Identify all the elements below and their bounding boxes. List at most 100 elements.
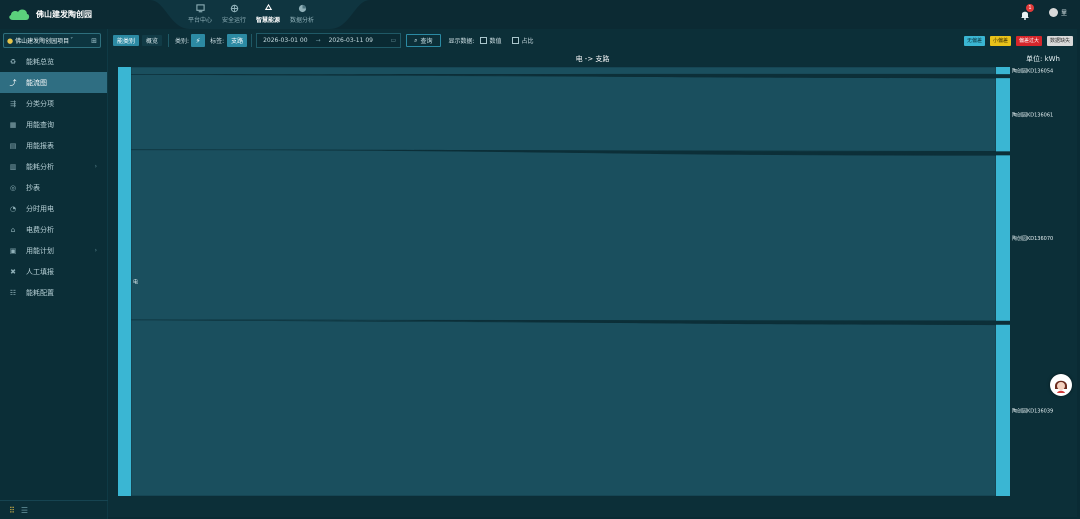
sidebar-item-label: 分时用电: [26, 204, 54, 213]
cloud-logo-icon: [9, 9, 30, 20]
calendar-icon: ▥: [9, 162, 17, 171]
nav-data-analysis[interactable]: 数据分析: [289, 4, 315, 24]
lightning-icon: ⚡: [195, 36, 201, 45]
toolbar: 能类别 概览 类别: ⚡ 标签: 支路 2026-03-01 00 → 2026…: [108, 29, 1077, 52]
nav-label: 安全运行: [221, 17, 246, 24]
collapse-menu-icon[interactable]: ☰: [21, 506, 28, 515]
sidebar-item-meter-reading[interactable]: ◎ 抄表: [0, 177, 107, 198]
date-start[interactable]: 2026-03-01 00: [263, 37, 307, 44]
bill-icon: ⌂: [10, 225, 16, 234]
platform-icon: [195, 4, 205, 13]
table-icon: ▦: [9, 120, 17, 129]
legend-small-deviation: 小偏差: [989, 35, 1011, 46]
project-name: 佛山建发陶创园项目: [15, 38, 70, 45]
category-icon: ⇶: [10, 99, 16, 108]
sankey-link: [130, 149, 997, 322]
tab-overview[interactable]: 概览: [142, 35, 163, 46]
config-icon: ☷: [9, 288, 17, 297]
tag-branch-button[interactable]: 支路: [227, 34, 248, 47]
report-icon: ▤: [9, 141, 17, 150]
divider: [251, 34, 253, 47]
sidebar-item-label: 分类分项: [26, 99, 54, 108]
location-pin-icon: ●: [7, 36, 14, 45]
sankey-target-node: [996, 78, 1010, 152]
search-icon: ⌕: [414, 36, 418, 44]
electricity-category-button[interactable]: ⚡: [191, 34, 206, 47]
tab-energy-category[interactable]: 能类别: [113, 35, 140, 46]
query-label: 查询: [420, 38, 433, 45]
meter-icon: ◎: [9, 183, 17, 192]
nav-smart-energy[interactable]: 智慧能源: [255, 4, 281, 24]
chart-unit: 单位: kWh: [1026, 55, 1060, 63]
sidebar-item-energy-flow[interactable]: ⤴ 能流图: [0, 72, 107, 93]
legend-large-deviation: 偏差过大: [1015, 35, 1042, 46]
sidebar-item-label: 抄表: [26, 183, 40, 192]
assistant-avatar[interactable]: [1050, 374, 1072, 396]
sidebar-item-energy-plan[interactable]: ▣ 用能计划 ›: [0, 240, 107, 261]
sankey-target-label: 陶创园KD136054: [1012, 68, 1053, 75]
divider: [168, 34, 170, 47]
sidebar-item-label: 电费分析: [26, 225, 54, 234]
ratio-checkbox[interactable]: [511, 37, 519, 44]
safety-icon: [230, 4, 238, 13]
sidebar-item-label: 能耗分析: [26, 162, 54, 171]
assistant-face-icon: [1051, 375, 1071, 395]
query-button[interactable]: ⌕ 查询: [406, 34, 441, 47]
clock-icon: ◔: [9, 204, 17, 213]
plan-icon: ▣: [9, 246, 17, 255]
user-menu[interactable]: 里: [1049, 8, 1067, 17]
pie-chart-icon: [298, 4, 306, 13]
flow-icon: ⤴: [9, 78, 17, 87]
apps-grid-icon[interactable]: ⠿: [9, 506, 15, 515]
user-name: 里: [1061, 10, 1068, 17]
sidebar-item-energy-query[interactable]: ▦ 用能查询: [0, 114, 107, 135]
chevron-right-icon: ›: [94, 163, 97, 170]
tag-label: 标签:: [210, 38, 225, 45]
option-value[interactable]: 数值: [479, 36, 502, 45]
sidebar-item-label: 能耗总览: [26, 57, 54, 66]
grid-icon[interactable]: ⊞: [91, 37, 97, 45]
sidebar-item-label: 人工填报: [26, 267, 54, 276]
sidebar-item-energy-analysis[interactable]: ▥ 能耗分析 ›: [0, 156, 107, 177]
sankey-link: [130, 66, 997, 75]
legend-no-deviation: 无偏差: [963, 35, 985, 46]
top-bar: 佛山建发陶创园 平台中心 安全运行 智慧能源 数据分析 1 里: [0, 0, 1080, 29]
energy-flow-sankey: 电 陶创园KD136054 陶创园KD136061 陶创园KD136070 陶创园KD1…: [118, 66, 1053, 497]
notification-badge: 1: [1026, 4, 1034, 12]
sankey-link: [130, 74, 997, 152]
sidebar-item-energy-report[interactable]: ▤ 用能报表: [0, 135, 107, 156]
app-title: 佛山建发陶创园: [36, 10, 92, 19]
date-separator: →: [315, 37, 321, 44]
chart-title: 电 -> 支路: [575, 55, 610, 63]
sidebar-item-label: 用能计划: [26, 246, 54, 255]
main-content: 能类别 概览 类别: ⚡ 标签: 支路 2026-03-01 00 → 2026…: [108, 29, 1077, 517]
nav-platform-center[interactable]: 平台中心: [187, 4, 213, 24]
top-bar-background: [0, 0, 1080, 29]
sankey-target-label: 陶创园KD136070: [1012, 235, 1053, 242]
value-label: 数值: [489, 38, 502, 45]
option-ratio[interactable]: 占比: [511, 36, 534, 45]
sidebar-item-manual-entry[interactable]: ✖ 人工填报: [0, 261, 107, 282]
sankey-target-node: [996, 324, 1010, 496]
sankey-target-node: [996, 155, 1010, 321]
nav-safety-operation[interactable]: 安全运行: [221, 4, 247, 24]
nav-label: 平台中心: [187, 17, 212, 24]
calendar-icon: ▭: [390, 37, 397, 44]
wrench-icon: ✖: [10, 267, 16, 276]
project-selector[interactable]: ● 佛山建发陶创园项目 ˅ ⊞: [3, 33, 101, 48]
sidebar-item-label: 用能报表: [26, 141, 54, 150]
date-range-picker[interactable]: 2026-03-01 00 → 2026-03-11 09 ▭: [256, 33, 402, 48]
sidebar-item-energy-config[interactable]: ☷ 能耗配置: [0, 282, 107, 303]
sidebar-item-energy-overview[interactable]: ♻ 能耗总览: [0, 51, 107, 72]
date-end[interactable]: 2026-03-11 09: [329, 37, 373, 44]
avatar: [1049, 8, 1058, 17]
category-label: 类别:: [175, 38, 190, 45]
value-checkbox[interactable]: [479, 37, 487, 44]
sidebar-item-category[interactable]: ⇶ 分类分项: [0, 93, 107, 114]
recycle-icon: [264, 4, 272, 10]
sidebar-item-bill-analysis[interactable]: ⌂ 电费分析: [0, 219, 107, 240]
sidebar-item-label: 能耗配置: [26, 288, 54, 297]
sidebar-item-time-of-use[interactable]: ◔ 分时用电: [0, 198, 107, 219]
chevron-down-icon: ˅: [70, 37, 74, 44]
chart-header: 电 -> 支路 单位: kWh: [108, 54, 1077, 64]
